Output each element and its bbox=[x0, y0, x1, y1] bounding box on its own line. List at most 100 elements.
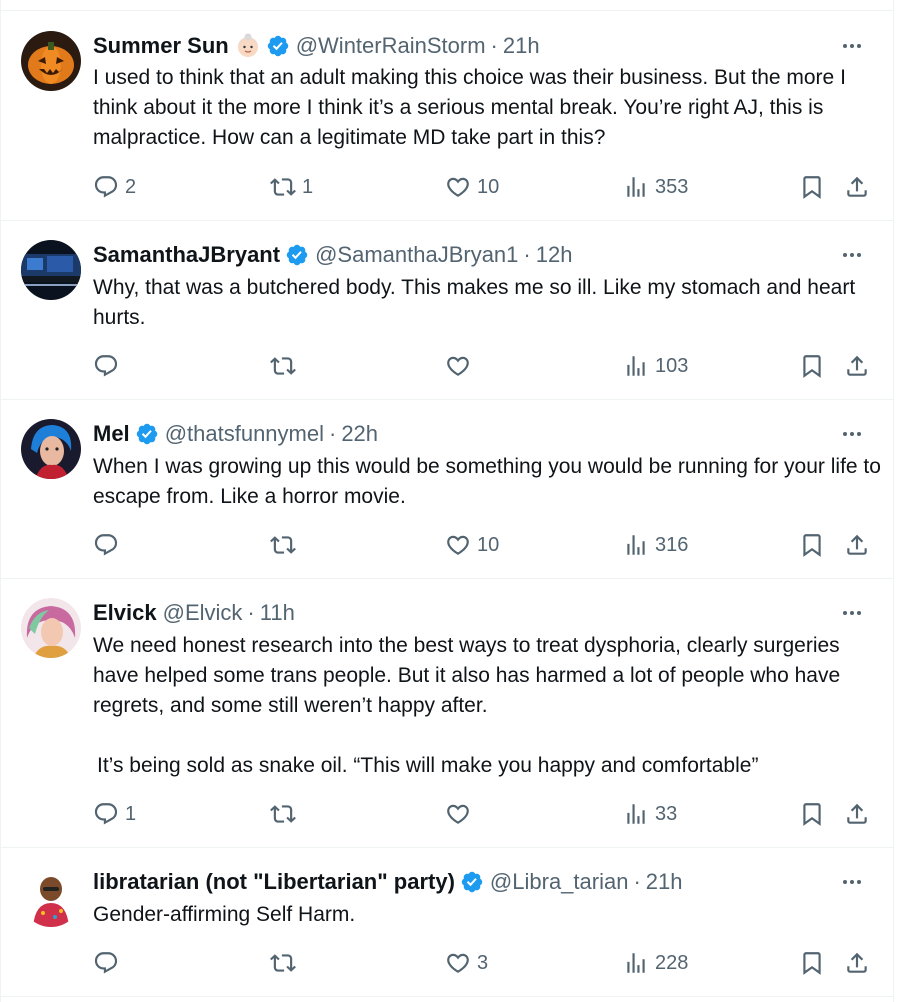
bookmark-button[interactable] bbox=[799, 172, 825, 202]
reply-icon bbox=[93, 801, 119, 827]
tweet-header: SamanthaJBryant @SamanthaJBryan1 · 12h bbox=[93, 241, 833, 269]
action-bar: 3 228 bbox=[1, 948, 893, 978]
bookmark-button[interactable] bbox=[799, 530, 825, 560]
display-name[interactable]: SamanthaJBryant bbox=[93, 241, 280, 269]
timestamp[interactable]: 11h bbox=[260, 599, 295, 627]
reply-timeline: Summer Sun @WinterRainStorm · 21h I used… bbox=[0, 0, 894, 1002]
more-options-button[interactable] bbox=[837, 599, 867, 627]
jack-o-lantern-avatar-icon bbox=[21, 31, 81, 91]
share-icon bbox=[844, 532, 870, 558]
bookmark-button[interactable] bbox=[799, 799, 825, 829]
avatar[interactable] bbox=[21, 598, 81, 658]
tweet-mel[interactable]: Mel @thatsfunnymel · 22h When I was grow… bbox=[1, 400, 893, 579]
retweet-count: 1 bbox=[302, 175, 314, 198]
bookmark-button[interactable] bbox=[799, 948, 825, 978]
timestamp[interactable]: 21h bbox=[646, 868, 683, 896]
display-name[interactable]: Elvick bbox=[93, 599, 157, 627]
verified-badge-icon bbox=[135, 422, 159, 446]
like-button[interactable] bbox=[445, 799, 477, 829]
bookmark-button[interactable] bbox=[799, 351, 825, 381]
retweet-button[interactable] bbox=[270, 530, 302, 560]
share-button[interactable] bbox=[844, 351, 870, 381]
share-button[interactable] bbox=[844, 172, 870, 202]
tweet-header: Mel @thatsfunnymel · 22h bbox=[93, 420, 833, 448]
like-count: 10 bbox=[477, 533, 500, 556]
bookmark-icon bbox=[799, 950, 825, 976]
reply-icon bbox=[93, 174, 119, 200]
like-icon bbox=[445, 801, 471, 827]
reply-icon bbox=[93, 353, 119, 379]
retweet-icon bbox=[270, 950, 296, 976]
like-count: 3 bbox=[477, 951, 489, 974]
timestamp[interactable]: 22h bbox=[341, 420, 378, 448]
separator-dot: · bbox=[523, 242, 531, 267]
more-options-button[interactable] bbox=[837, 868, 867, 896]
avatar[interactable] bbox=[21, 31, 81, 91]
more-options-button[interactable] bbox=[837, 32, 867, 60]
user-handle[interactable]: @SamanthaJBryan1 bbox=[315, 241, 518, 269]
retweet-button[interactable]: 1 bbox=[270, 172, 313, 202]
tweet-samanthajbryant[interactable]: SamanthaJBryant @SamanthaJBryan1 · 12h W… bbox=[1, 221, 893, 400]
more-icon bbox=[840, 243, 864, 267]
like-button[interactable]: 10 bbox=[445, 530, 499, 560]
verified-badge-icon bbox=[285, 243, 309, 267]
view-count: 353 bbox=[655, 175, 689, 198]
user-handle[interactable]: @WinterRainStorm bbox=[296, 32, 486, 60]
avatar[interactable] bbox=[21, 240, 81, 300]
reply-button[interactable]: 2 bbox=[93, 172, 136, 202]
views-button[interactable]: 33 bbox=[623, 799, 677, 829]
more-options-button[interactable] bbox=[837, 420, 867, 448]
display-name[interactable]: Mel bbox=[93, 420, 130, 448]
user-handle[interactable]: @Elvick bbox=[163, 599, 243, 627]
retweet-icon bbox=[270, 174, 296, 200]
share-icon bbox=[844, 801, 870, 827]
reply-icon bbox=[93, 532, 119, 558]
tweet-text: We need honest research into the best wa… bbox=[93, 634, 846, 717]
views-button[interactable]: 353 bbox=[623, 172, 688, 202]
bookmark-icon bbox=[799, 801, 825, 827]
views-button[interactable]: 103 bbox=[623, 351, 688, 381]
timestamp[interactable]: 12h bbox=[536, 241, 573, 269]
verified-badge-icon bbox=[460, 870, 484, 894]
view-count: 228 bbox=[655, 951, 689, 974]
reply-button[interactable] bbox=[93, 948, 125, 978]
tweet-libratarian[interactable]: libratarian (not "Libertarian" party) @L… bbox=[1, 848, 893, 997]
share-button[interactable] bbox=[844, 799, 870, 829]
separator-dot: · bbox=[490, 33, 498, 58]
more-options-button[interactable] bbox=[837, 241, 867, 269]
like-icon bbox=[445, 950, 471, 976]
share-button[interactable] bbox=[844, 948, 870, 978]
retweet-icon bbox=[270, 532, 296, 558]
reply-button[interactable]: 1 bbox=[93, 799, 136, 829]
avatar[interactable] bbox=[21, 867, 81, 927]
share-icon bbox=[844, 950, 870, 976]
retweet-button[interactable] bbox=[270, 948, 302, 978]
views-button[interactable]: 228 bbox=[623, 948, 688, 978]
like-button[interactable]: 10 bbox=[445, 172, 499, 202]
user-handle[interactable]: @thatsfunnymel bbox=[165, 420, 324, 448]
retweet-button[interactable] bbox=[270, 799, 302, 829]
reply-button[interactable] bbox=[93, 530, 125, 560]
more-icon bbox=[840, 601, 864, 625]
action-bar: 1 33 bbox=[1, 799, 893, 829]
reply-button[interactable] bbox=[93, 351, 125, 381]
user-handle[interactable]: @Libra_tarian bbox=[490, 868, 629, 896]
like-button[interactable] bbox=[445, 351, 477, 381]
timestamp[interactable]: 21h bbox=[503, 32, 540, 60]
more-icon bbox=[840, 422, 864, 446]
grandmother-emoji-icon bbox=[235, 33, 261, 59]
retweet-button[interactable] bbox=[270, 351, 302, 381]
tweet-text: Why, that was a butchered body. This mak… bbox=[93, 276, 862, 329]
views-button[interactable]: 316 bbox=[623, 530, 688, 560]
tweet-text: I used to think that an adult making thi… bbox=[93, 66, 852, 149]
tweet-elvick[interactable]: Elvick @Elvick · 11h We need honest rese… bbox=[1, 579, 893, 848]
display-name[interactable]: libratarian (not "Libertarian" party) bbox=[93, 868, 455, 896]
like-button[interactable]: 3 bbox=[445, 948, 488, 978]
illustrated-portrait-avatar-icon bbox=[21, 598, 81, 658]
separator-dot: · bbox=[633, 869, 641, 894]
display-name[interactable]: Summer Sun bbox=[93, 32, 229, 60]
like-icon bbox=[445, 532, 471, 558]
share-button[interactable] bbox=[844, 530, 870, 560]
avatar[interactable] bbox=[21, 419, 81, 479]
tweet-summer-sun[interactable]: Summer Sun @WinterRainStorm · 21h I used… bbox=[1, 11, 893, 221]
